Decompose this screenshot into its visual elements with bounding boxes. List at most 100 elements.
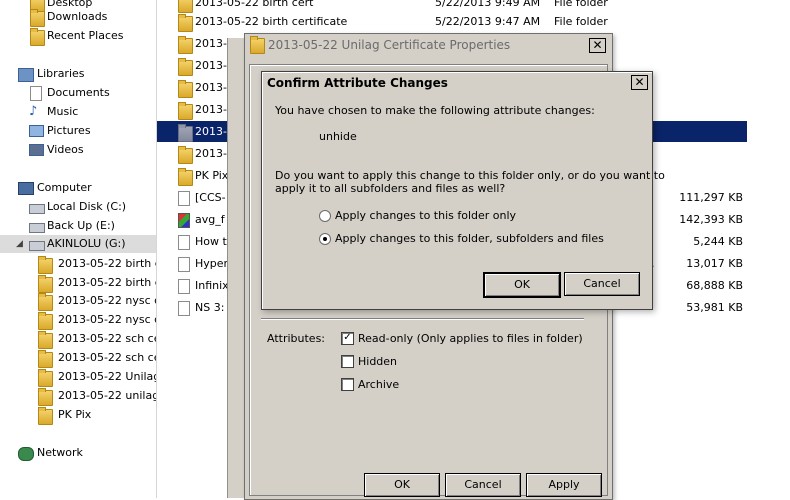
nav-item-network[interactable]: Network <box>18 444 154 462</box>
folder-icon <box>38 275 53 293</box>
nav-label: 2013-05-22 nysc cer <box>58 313 156 326</box>
computer-icon <box>18 182 34 195</box>
drive-icon <box>29 204 45 214</box>
nav-label: Documents <box>47 86 110 99</box>
nav-item-local-disk[interactable]: Local Disk (C:) <box>18 198 154 216</box>
hidden-checkbox[interactable] <box>341 355 354 368</box>
navigation-pane: Desktop Downloads Recent Places Librarie… <box>0 0 157 498</box>
nav-subfolder[interactable]: 2013-05-22 unilag ce <box>38 387 157 406</box>
nav-subfolder[interactable]: 2013-05-22 birth cer <box>38 255 156 274</box>
avg-installer-icon <box>178 213 190 228</box>
drive-icon <box>29 223 45 233</box>
confirm-close-button[interactable]: ✕ <box>631 75 648 90</box>
nav-subfolder[interactable]: 2013-05-22 Unilag C <box>38 368 157 387</box>
nav-item-akinlolu[interactable]: ◢ AKINLOLU (G:) <box>0 235 156 253</box>
nav-label: Network <box>37 446 83 459</box>
properties-cancel-button[interactable]: Cancel <box>445 473 521 497</box>
nav-label: Music <box>47 105 79 118</box>
recent-places-icon <box>30 28 45 46</box>
question-text: apply it to all subfolders and files as … <box>275 182 506 195</box>
file-name: NS 3: <box>195 301 225 314</box>
hidden-label: Hidden <box>358 355 398 368</box>
folder-icon <box>38 256 53 274</box>
network-icon <box>18 447 34 461</box>
nav-label: 2013-05-22 unilag ce <box>58 389 157 402</box>
hidden-folder-icon <box>178 124 193 142</box>
folder-only-radio[interactable] <box>319 210 331 222</box>
document-icon <box>178 235 190 250</box>
nav-label: 2013-05-22 Unilag C <box>58 370 157 383</box>
file-date: 5/22/2013 9:47 AM <box>435 15 541 28</box>
nav-item-computer[interactable]: Computer <box>18 179 154 197</box>
file-name: How t <box>195 235 227 248</box>
properties-close-button[interactable]: ✕ <box>589 38 606 53</box>
downloads-icon <box>30 9 45 27</box>
file-name: [CCS- <box>195 191 226 204</box>
folder-icon <box>38 350 53 368</box>
archive-label: Archive <box>358 378 400 391</box>
nav-label: Pictures <box>47 124 91 137</box>
nav-item-recent-places[interactable]: Recent Places <box>18 27 154 46</box>
file-name: avg_f <box>195 213 225 226</box>
nav-label: 2013-05-22 sch cert <box>58 351 156 364</box>
folder-icon <box>178 102 193 120</box>
folder-icon <box>178 168 193 186</box>
nav-item-documents[interactable]: Documents <box>18 84 154 102</box>
nav-subfolder[interactable]: PK Pix <box>38 406 156 425</box>
videos-icon <box>29 144 44 156</box>
confirm-cancel-button[interactable]: Cancel <box>564 272 640 296</box>
confirm-ok-button[interactable]: OK <box>483 272 561 298</box>
nav-label: Local Disk (C:) <box>47 200 127 213</box>
folder-icon <box>38 407 53 425</box>
folder-only-label: Apply changes to this folder only <box>335 209 517 222</box>
nav-item-videos[interactable]: Videos <box>18 141 154 159</box>
check-icon: ✓ <box>343 332 352 343</box>
nav-label: Back Up (E:) <box>47 219 115 232</box>
nav-item-music[interactable]: ♪ Music <box>18 103 154 121</box>
file-name: PK Pix <box>195 169 229 182</box>
readonly-checkbox[interactable]: ✓ <box>341 332 354 345</box>
nav-item-back-up[interactable]: Back Up (E:) <box>18 217 154 235</box>
nav-subfolder[interactable]: 2013-05-22 birth cer <box>38 274 156 293</box>
folder-icon <box>38 293 53 311</box>
nav-label: Videos <box>47 143 84 156</box>
all-subfolders-label: Apply changes to this folder, subfolders… <box>335 232 604 245</box>
folder-icon <box>38 331 53 349</box>
properties-apply-button[interactable]: Apply <box>526 473 602 497</box>
nav-subfolder[interactable]: 2013-05-22 sch cert <box>38 330 156 349</box>
documents-icon <box>30 86 42 101</box>
nav-subfolder[interactable]: 2013-05-22 nysc cer <box>38 292 156 311</box>
nav-label: AKINLOLU (G:) <box>47 237 126 250</box>
folder-icon <box>178 36 193 54</box>
file-row[interactable]: 2013-05-22 birth certificate 5/22/2013 9… <box>157 11 747 32</box>
nav-label: Computer <box>37 181 92 194</box>
file-type: File folder <box>554 15 608 28</box>
document-icon <box>178 301 190 316</box>
nav-label: Downloads <box>47 10 108 23</box>
nav-label: PK Pix <box>58 408 92 421</box>
readonly-label: Read-only (Only applies to files in fold… <box>358 332 583 345</box>
nav-subfolder[interactable]: 2013-05-22 nysc cer <box>38 311 156 330</box>
nav-label: Libraries <box>37 67 85 80</box>
divider <box>261 318 584 320</box>
file-name: 2013- <box>195 125 227 138</box>
folder-icon <box>38 312 53 330</box>
nav-label: Recent Places <box>47 29 124 42</box>
properties-ok-button[interactable]: OK <box>364 473 440 497</box>
folder-icon <box>38 369 53 387</box>
folder-icon <box>250 36 265 54</box>
file-name: 2013-05-22 birth certificate <box>195 15 348 28</box>
document-icon <box>178 257 190 272</box>
expand-arrow-icon: ◢ <box>16 239 23 249</box>
folder-icon <box>178 14 193 32</box>
archive-checkbox[interactable] <box>341 378 354 391</box>
confirm-title: Confirm Attribute Changes <box>267 76 448 90</box>
nav-item-pictures[interactable]: Pictures <box>18 122 154 140</box>
nav-item-libraries[interactable]: Libraries <box>18 65 154 83</box>
nav-subfolder[interactable]: 2013-05-22 sch cert <box>38 349 156 368</box>
file-name: 2013- <box>195 103 227 116</box>
nav-item-downloads[interactable]: Downloads <box>18 8 154 27</box>
attributes-label: Attributes: <box>267 332 326 345</box>
folder-icon <box>178 58 193 76</box>
all-subfolders-radio[interactable] <box>319 233 331 245</box>
